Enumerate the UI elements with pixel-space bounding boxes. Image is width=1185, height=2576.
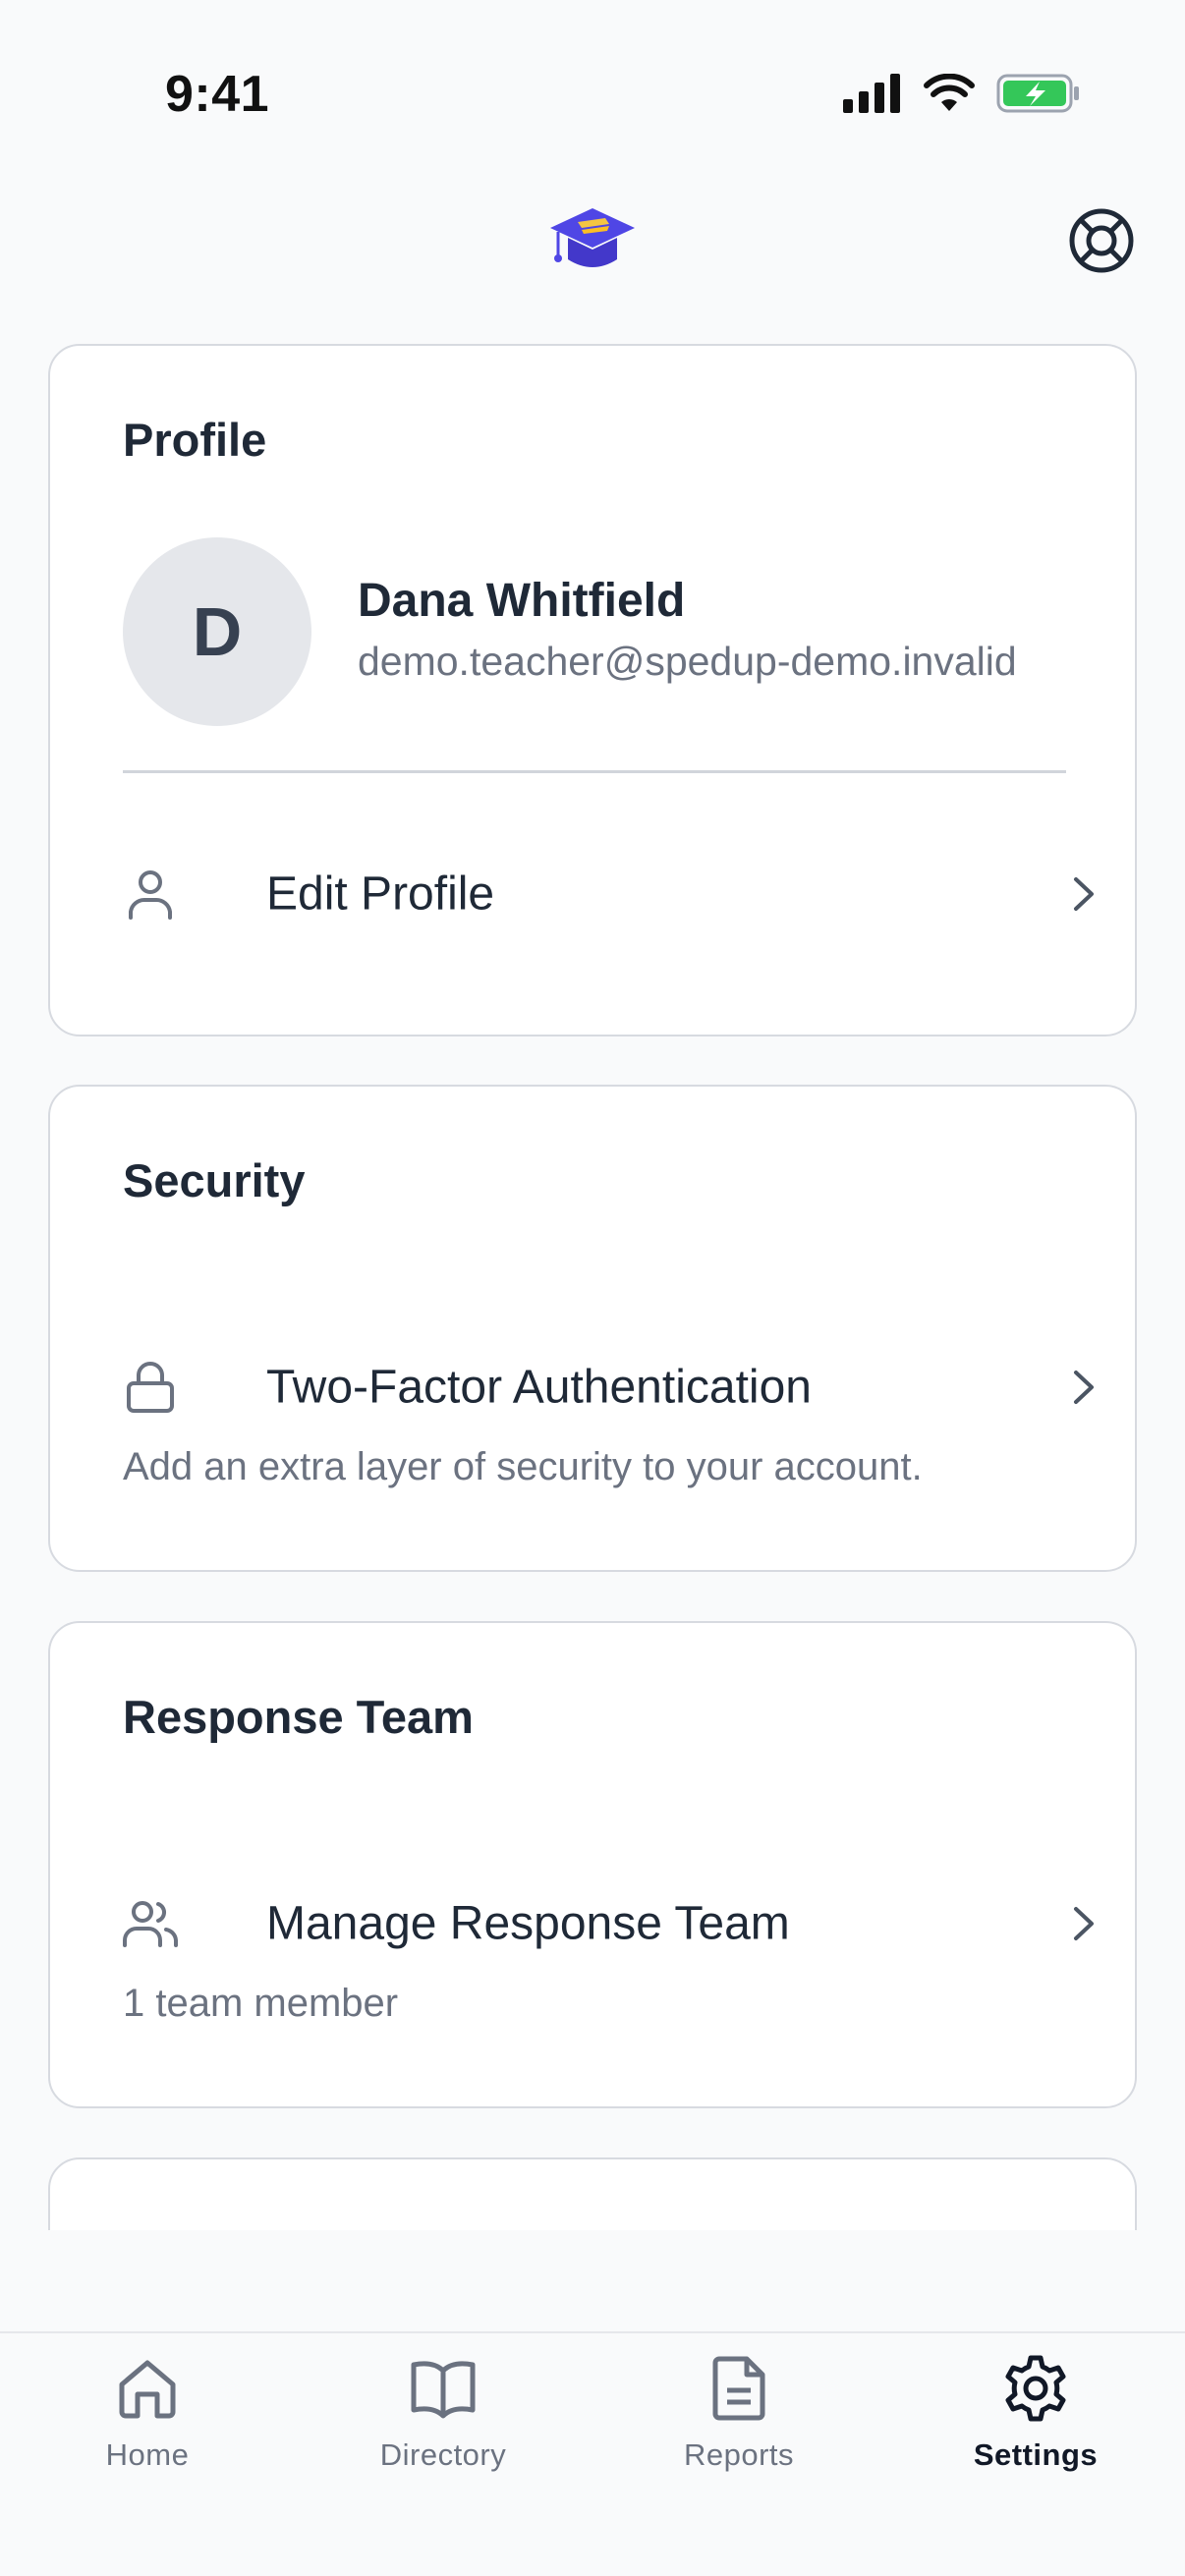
status-bar: 9:41 — [0, 0, 1185, 187]
nav-settings[interactable]: Settings — [928, 2353, 1144, 2500]
nav-directory-label: Directory — [379, 2437, 507, 2472]
home-icon — [119, 2360, 176, 2419]
bottom-nav: Home Directory Reports Settings — [0, 2331, 1185, 2576]
wifi-icon — [924, 74, 975, 111]
user-icon — [129, 870, 172, 920]
response-team-card: Response Team Manage Response Team 1 tea… — [48, 1621, 1137, 2108]
chevron-right-icon — [1074, 877, 1094, 911]
graduation-cap-logo — [550, 208, 635, 267]
team-member-count: 1 team member — [123, 1982, 399, 2025]
two-factor-description: Add an extra layer of security to your a… — [123, 1445, 923, 1488]
users-icon — [123, 1901, 178, 1947]
document-icon — [712, 2356, 765, 2421]
user-email: demo.teacher@spedup-demo.invalid — [358, 639, 1017, 684]
next-card-partial — [48, 2157, 1137, 2230]
gear-icon — [1005, 2355, 1066, 2422]
nav-settings-label: Settings — [973, 2437, 1099, 2472]
avatar: D — [123, 537, 311, 726]
help-lifebuoy-icon[interactable] — [1067, 206, 1136, 275]
nav-home-label: Home — [105, 2437, 190, 2472]
battery-charging-icon — [996, 74, 1079, 113]
divider — [123, 770, 1066, 773]
settings-screen: 9:41 Profile D Dana Whitfield demo.teach… — [0, 0, 1185, 2576]
response-team-title: Response Team — [123, 1691, 474, 1743]
user-name: Dana Whitfield — [358, 575, 686, 627]
security-title: Security — [123, 1154, 306, 1206]
manage-response-team-row[interactable]: Manage Response Team — [123, 1884, 1101, 1963]
nav-reports-label: Reports — [683, 2437, 795, 2472]
profile-title: Profile — [123, 414, 267, 466]
profile-card: Profile D Dana Whitfield demo.teacher@sp… — [48, 344, 1137, 1036]
nav-directory[interactable]: Directory — [335, 2353, 551, 2500]
manage-response-team-label: Manage Response Team — [266, 1897, 790, 1950]
book-icon — [411, 2361, 476, 2419]
nav-home[interactable]: Home — [39, 2353, 255, 2500]
lock-icon — [127, 1362, 174, 1413]
chevron-right-icon — [1074, 1907, 1094, 1940]
two-factor-label: Two-Factor Authentication — [266, 1361, 812, 1414]
scroll-clip — [0, 2152, 1185, 2230]
security-card: Security Two-Factor Authentication Add a… — [48, 1085, 1137, 1572]
edit-profile-label: Edit Profile — [266, 868, 495, 921]
chevron-right-icon — [1074, 1371, 1094, 1404]
edit-profile-row[interactable]: Edit Profile — [123, 855, 1101, 933]
signal-icon — [843, 74, 900, 113]
two-factor-row[interactable]: Two-Factor Authentication — [123, 1348, 1101, 1427]
status-icons — [843, 73, 1081, 114]
nav-reports[interactable]: Reports — [631, 2353, 847, 2500]
status-time: 9:41 — [165, 66, 270, 123]
